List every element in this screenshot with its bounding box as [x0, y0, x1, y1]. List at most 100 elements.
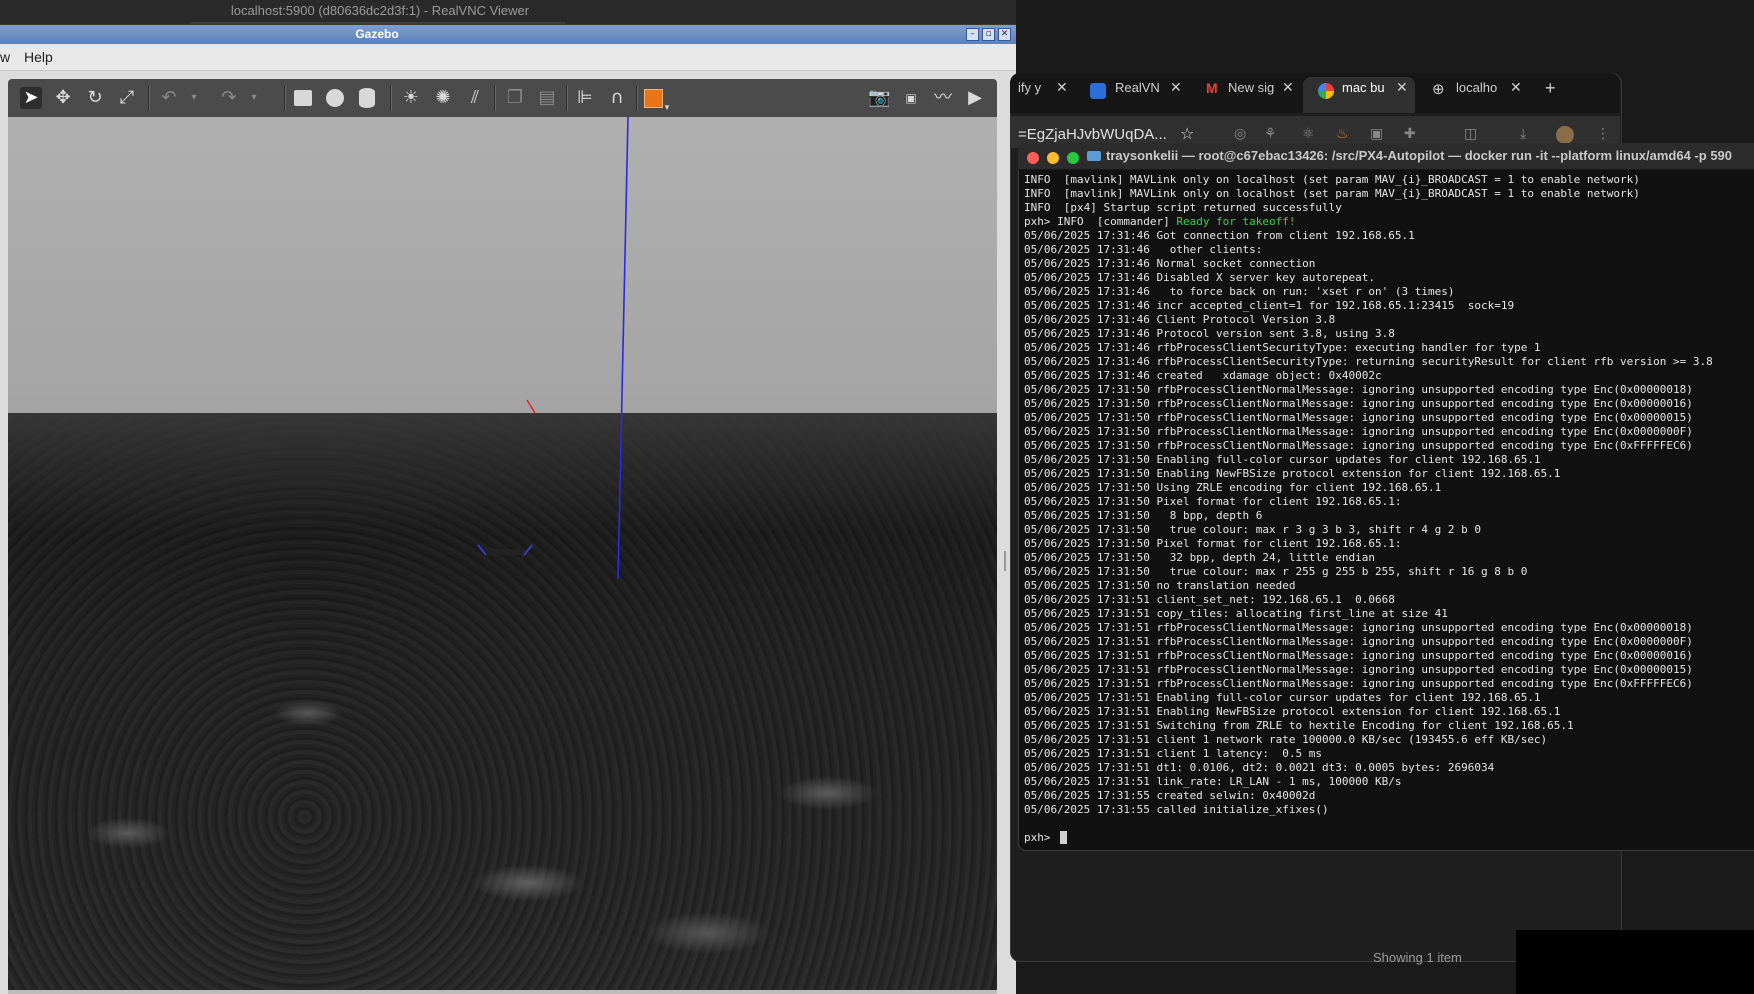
sphere-icon[interactable] [326, 89, 344, 107]
undo-icon[interactable]: ↶ [158, 87, 180, 109]
log-line: 05/06/2025 17:31:50 rfbProcessClientNorm… [1024, 439, 1693, 452]
browser-status-text: Showing 1 item [1373, 950, 1462, 965]
log-line: 05/06/2025 17:31:46 Normal socket connec… [1024, 257, 1316, 270]
extension-icon[interactable]: ▣ [1370, 126, 1383, 142]
log-line: 05/06/2025 17:31:50 rfbProcessClientNorm… [1024, 411, 1693, 424]
commander-prefix: pxh> INFO [commander] [1024, 215, 1177, 228]
screenshot-icon[interactable]: 📷 [868, 87, 890, 109]
close-icon[interactable]: ✕ [998, 28, 1011, 41]
tab-close-icon[interactable]: ✕ [1282, 80, 1294, 96]
gazebo-titlebar[interactable]: Gazebo – ▫ ✕ [0, 25, 1016, 44]
log-line: 05/06/2025 17:31:51 client_set_net: 192.… [1024, 593, 1395, 606]
log-line: 05/06/2025 17:31:50 32 bpp, depth 24, li… [1024, 551, 1375, 564]
log-line: 05/06/2025 17:31:46 to force back on run… [1024, 285, 1455, 298]
log-line: 05/06/2025 17:31:51 copy_tiles: allocati… [1024, 607, 1448, 620]
rotate-icon[interactable]: ↻ [84, 87, 106, 109]
log-line: INFO [mavlink] MAVLink only on localhost… [1024, 187, 1640, 200]
tab-close-icon[interactable]: ✕ [1396, 80, 1408, 96]
tab-close-icon[interactable]: ✕ [1170, 80, 1182, 96]
gazebo-3d-viewport[interactable] [8, 117, 997, 990]
tab-mac-bu[interactable]: mac bu [1342, 80, 1385, 106]
tab-new-sign[interactable]: New sig [1228, 80, 1274, 106]
view-angle-icon[interactable] [644, 89, 663, 108]
extension-icon[interactable]: ♨ [1336, 126, 1349, 142]
log-line: 05/06/2025 17:31:46 other clients: [1024, 243, 1263, 256]
sidepanel-icon[interactable]: ◫ [1464, 126, 1477, 142]
translate-icon[interactable]: ✥ [52, 87, 74, 109]
address-text[interactable]: =EgZjaHJvbWUqDA... [1018, 126, 1167, 143]
avatar[interactable] [1556, 126, 1574, 144]
select-arrow-icon[interactable]: ➤ [20, 87, 42, 109]
tab-realvnc[interactable]: RealVN [1115, 80, 1160, 106]
log-line: INFO [mavlink] MAVLink only on localhost… [1024, 173, 1640, 186]
minimize-icon[interactable]: – [966, 28, 979, 41]
puzzle-icon[interactable]: ✚ [1404, 126, 1416, 142]
tab-close-icon[interactable]: ✕ [1056, 80, 1068, 96]
extension-icon[interactable]: ◎ [1234, 126, 1246, 142]
snap-icon[interactable]: ∩ [606, 87, 628, 109]
record-icon[interactable]: ▶ [964, 87, 986, 109]
bookmark-star-icon[interactable]: ☆ [1180, 124, 1194, 143]
view-angle-dropdown-icon[interactable]: ▾ [662, 97, 672, 119]
scale-icon[interactable]: ⤢ [116, 87, 138, 109]
log-icon[interactable]: ▣ [900, 87, 922, 109]
extension-icon[interactable]: ⚘ [1264, 126, 1277, 142]
gmail-icon: M [1206, 80, 1218, 96]
log-line: 05/06/2025 17:31:51 rfbProcessClientNorm… [1024, 635, 1693, 648]
align-icon[interactable]: ⊫ [574, 87, 596, 109]
spot-light-icon[interactable]: ✺ [432, 87, 454, 109]
toolbar-separator [390, 85, 392, 111]
redo-icon[interactable]: ↷ [218, 87, 240, 109]
box-icon[interactable] [294, 90, 312, 106]
z-axis-line [617, 117, 629, 580]
terminal-prompt[interactable]: pxh> [1024, 831, 1057, 844]
new-tab-button[interactable]: + [1545, 78, 1556, 99]
extension-icon[interactable]: ⚛ [1302, 126, 1315, 142]
log-line: 05/06/2025 17:31:51 Enabling full-color … [1024, 691, 1541, 704]
toolbar-separator [284, 85, 286, 111]
minimize-icon[interactable] [1047, 152, 1059, 164]
panel-splitter-handle[interactable] [1004, 551, 1006, 571]
directional-light-icon[interactable]: ⫽ [464, 87, 486, 109]
log-line: 05/06/2025 17:31:51 rfbProcessClientNorm… [1024, 663, 1693, 676]
tab-localhost[interactable]: localho [1456, 80, 1497, 106]
point-light-icon[interactable]: ☀ [400, 87, 422, 109]
log-line: INFO [px4] Startup script returned succe… [1024, 201, 1342, 214]
log-line: 05/06/2025 17:31:46 Got connection from … [1024, 229, 1415, 242]
download-icon[interactable]: ⤓ [1520, 126, 1526, 142]
x-axis-line [526, 399, 536, 414]
more-menu-icon[interactable]: ⋮ [1596, 126, 1610, 142]
drone-model [477, 544, 533, 564]
log-line: 05/06/2025 17:31:51 Enabling NewFBSize p… [1024, 705, 1561, 718]
log-line: 05/06/2025 17:31:50 8 bpp, depth 6 [1024, 509, 1263, 522]
menu-help[interactable]: Help [24, 49, 53, 65]
log-line: 05/06/2025 17:31:50 true colour: max r 2… [1024, 565, 1528, 578]
log-line: 05/06/2025 17:31:51 rfbProcessClientNorm… [1024, 621, 1693, 634]
zoom-icon[interactable] [1067, 152, 1079, 164]
log-line: 05/06/2025 17:31:46 created xdamage obje… [1024, 369, 1382, 382]
toolbar-separator [636, 85, 638, 111]
log-line: 05/06/2025 17:31:51 rfbProcessClientNorm… [1024, 677, 1693, 690]
close-icon[interactable] [1027, 152, 1039, 164]
log-line: 05/06/2025 17:31:46 Client Protocol Vers… [1024, 313, 1336, 326]
log-line-commander: pxh> INFO [commander] Ready for takeoff! [1024, 215, 1752, 229]
menu-window[interactable]: w [0, 49, 10, 65]
log-line: 05/06/2025 17:31:50 Pixel format for cli… [1024, 495, 1402, 508]
cylinder-icon[interactable] [359, 88, 375, 108]
terminal-output: INFO [mavlink] MAVLink only on localhost… [1024, 173, 1752, 817]
copy-icon[interactable]: ❐ [504, 87, 526, 109]
log-line: 05/06/2025 17:31:50 no translation neede… [1024, 579, 1296, 592]
terminal-title: traysonkelii — root@c67ebac13426: /src/P… [1106, 148, 1733, 163]
log-line: 05/06/2025 17:31:50 rfbProcessClientNorm… [1024, 397, 1693, 410]
maximize-icon[interactable]: ▫ [982, 28, 995, 41]
undo-dropdown-icon[interactable]: ▾ [188, 87, 200, 109]
tab-partial[interactable]: ify y [1018, 80, 1041, 106]
tab-close-icon[interactable]: ✕ [1510, 80, 1522, 96]
log-line: 05/06/2025 17:31:50 rfbProcessClientNorm… [1024, 383, 1693, 396]
redo-dropdown-icon[interactable]: ▾ [248, 87, 260, 109]
log-line: 05/06/2025 17:31:50 Enabling full-color … [1024, 453, 1541, 466]
plot-icon[interactable]: 〰 [932, 87, 954, 109]
log-line: 05/06/2025 17:31:55 called initialize_xf… [1024, 803, 1329, 816]
log-line: 05/06/2025 17:31:46 Disabled X server ke… [1024, 271, 1375, 284]
paste-icon[interactable]: ▤ [536, 87, 558, 109]
